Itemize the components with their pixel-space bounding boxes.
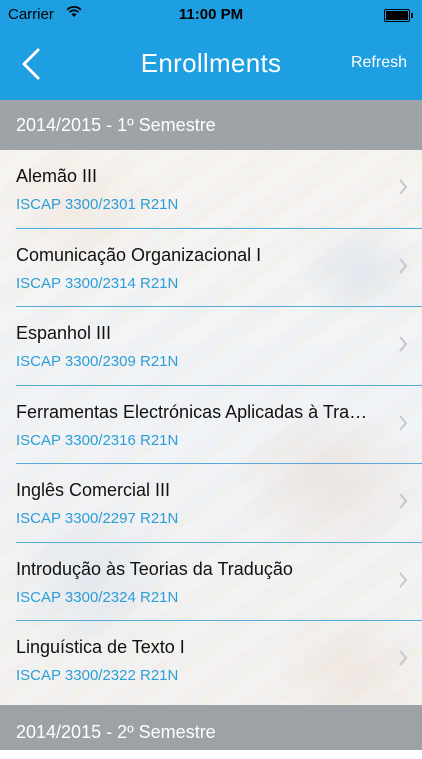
course-title: Ferramentas Electrónicas Aplicadas à Tra… — [16, 401, 368, 422]
course-title: Alemão III — [16, 166, 98, 186]
list-item[interactable]: Linguística de Texto I ISCAP 3300/2322 R… — [0, 621, 422, 700]
course-code: ISCAP 3300/2316 R21N — [16, 431, 179, 449]
chevron-right-icon — [399, 336, 408, 352]
chevron-right-icon — [399, 650, 408, 666]
course-code: ISCAP 3300/2322 R21N — [16, 667, 179, 684]
section-header-semester-2: 2014/2015 - 2º Semestre — [0, 705, 422, 750]
navigation-bar: Enrollments Refresh — [0, 30, 422, 100]
status-bar: Carrier 11:00 PM — [0, 0, 422, 30]
enrollments-list: Alemão III ISCAP 3300/2301 R21N Comunica… — [0, 150, 422, 700]
refresh-button[interactable]: Refresh — [351, 54, 407, 72]
list-item[interactable]: Inglês Comercial III ISCAP 3300/2297 R21… — [0, 464, 422, 543]
chevron-right-icon — [399, 257, 408, 274]
course-title: Inglês Comercial III — [16, 480, 171, 500]
list-item[interactable]: Espanhol III ISCAP 3300/2309 R21N — [0, 307, 422, 386]
chevron-right-icon — [399, 571, 408, 588]
course-code: ISCAP 3300/2314 R21N — [16, 274, 179, 292]
course-title: Linguística de Texto I — [16, 637, 185, 657]
course-code: ISCAP 3300/2297 R21N — [16, 510, 179, 527]
course-title: Espanhol III — [16, 323, 112, 343]
list-item[interactable]: Introdução às Teorias da Tradução ISCAP … — [0, 543, 422, 621]
clock: 11:00 PM — [178, 6, 244, 23]
list-item[interactable]: Comunicação Organizacional I ISCAP 3300/… — [0, 229, 422, 307]
chevron-right-icon — [399, 179, 408, 195]
course-title: Introdução às Teorias da Tradução — [16, 558, 293, 579]
section-header-semester-1: 2014/2015 - 1º Semestre — [0, 100, 422, 150]
course-title: Comunicação Organizacional I — [16, 244, 262, 265]
chevron-right-icon — [399, 493, 408, 509]
course-code: ISCAP 3300/2301 R21N — [16, 196, 179, 213]
list-item[interactable]: Alemão III ISCAP 3300/2301 R21N — [0, 150, 422, 229]
course-code: ISCAP 3300/2324 R21N — [16, 588, 179, 606]
list-item[interactable]: Ferramentas Electrónicas Aplicadas à Tra… — [0, 386, 422, 464]
battery-icon — [384, 9, 413, 22]
chevron-right-icon — [399, 414, 408, 431]
course-code: ISCAP 3300/2309 R21N — [16, 353, 179, 370]
